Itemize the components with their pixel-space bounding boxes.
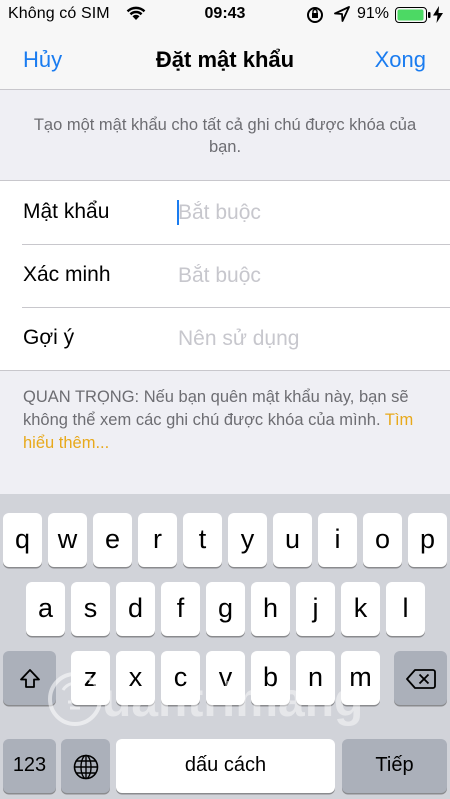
keyboard: q w e r t y u i o p a s d f g h j k l z … bbox=[0, 494, 450, 799]
verify-label: Xác minh bbox=[23, 263, 111, 286]
space-key[interactable]: dấu cách bbox=[116, 739, 335, 793]
backspace-icon bbox=[405, 668, 436, 689]
description-text: Tạo một mật khẩu cho tất cả ghi chú được… bbox=[33, 116, 417, 156]
key-u[interactable]: u bbox=[273, 513, 312, 567]
key-b[interactable]: b bbox=[251, 651, 290, 705]
return-key[interactable]: Tiếp bbox=[342, 739, 447, 793]
key-p[interactable]: p bbox=[408, 513, 447, 567]
password-field[interactable] bbox=[175, 193, 435, 233]
key-v[interactable]: v bbox=[206, 651, 245, 705]
hint-field[interactable] bbox=[175, 319, 435, 359]
key-d[interactable]: d bbox=[116, 582, 155, 636]
verify-row: Xác minh bbox=[0, 244, 450, 307]
hint-row: Gợi ý bbox=[0, 307, 450, 370]
delete-key[interactable] bbox=[394, 651, 447, 705]
key-n[interactable]: n bbox=[296, 651, 335, 705]
key-z[interactable]: z bbox=[71, 651, 110, 705]
password-label: Mật khẩu bbox=[23, 200, 110, 223]
important-note: QUAN TRỌNG: Nếu bạn quên mật khẩu này, b… bbox=[23, 386, 433, 455]
key-r[interactable]: r bbox=[138, 513, 177, 567]
shift-key[interactable] bbox=[3, 651, 56, 705]
shift-icon bbox=[19, 668, 40, 688]
numbers-key[interactable]: 123 bbox=[3, 739, 56, 793]
location-icon bbox=[334, 6, 350, 27]
done-button[interactable]: Xong bbox=[375, 47, 426, 73]
key-f[interactable]: f bbox=[161, 582, 200, 636]
battery-percent: 91% bbox=[357, 5, 390, 22]
key-t[interactable]: t bbox=[183, 513, 222, 567]
rotation-lock-icon bbox=[306, 6, 324, 29]
key-a[interactable]: a bbox=[26, 582, 65, 636]
globe-key[interactable] bbox=[61, 739, 110, 793]
hint-label: Gợi ý bbox=[23, 326, 75, 349]
globe-icon bbox=[73, 754, 98, 780]
key-h[interactable]: h bbox=[251, 582, 290, 636]
battery-icon bbox=[395, 7, 431, 28]
password-form: Mật khẩu Xác minh Gợi ý bbox=[0, 180, 450, 371]
key-q[interactable]: q bbox=[3, 513, 42, 567]
important-note-text: QUAN TRỌNG: Nếu bạn quên mật khẩu này, b… bbox=[23, 388, 409, 429]
key-y[interactable]: y bbox=[228, 513, 267, 567]
key-e[interactable]: e bbox=[93, 513, 132, 567]
text-cursor bbox=[177, 200, 179, 225]
verify-field[interactable] bbox=[175, 256, 435, 296]
key-k[interactable]: k bbox=[341, 582, 380, 636]
key-x[interactable]: x bbox=[116, 651, 155, 705]
key-c[interactable]: c bbox=[161, 651, 200, 705]
charging-icon bbox=[433, 6, 443, 28]
key-j[interactable]: j bbox=[296, 582, 335, 636]
navigation-bar: Hủy Đặt mật khẩu Xong bbox=[0, 30, 450, 90]
key-s[interactable]: s bbox=[71, 582, 110, 636]
key-g[interactable]: g bbox=[206, 582, 245, 636]
key-m[interactable]: m bbox=[341, 651, 380, 705]
password-row: Mật khẩu bbox=[0, 181, 450, 244]
key-i[interactable]: i bbox=[318, 513, 357, 567]
key-o[interactable]: o bbox=[363, 513, 402, 567]
key-w[interactable]: w bbox=[48, 513, 87, 567]
key-l[interactable]: l bbox=[386, 582, 425, 636]
status-bar: Không có SIM 09:43 91% bbox=[0, 0, 450, 30]
